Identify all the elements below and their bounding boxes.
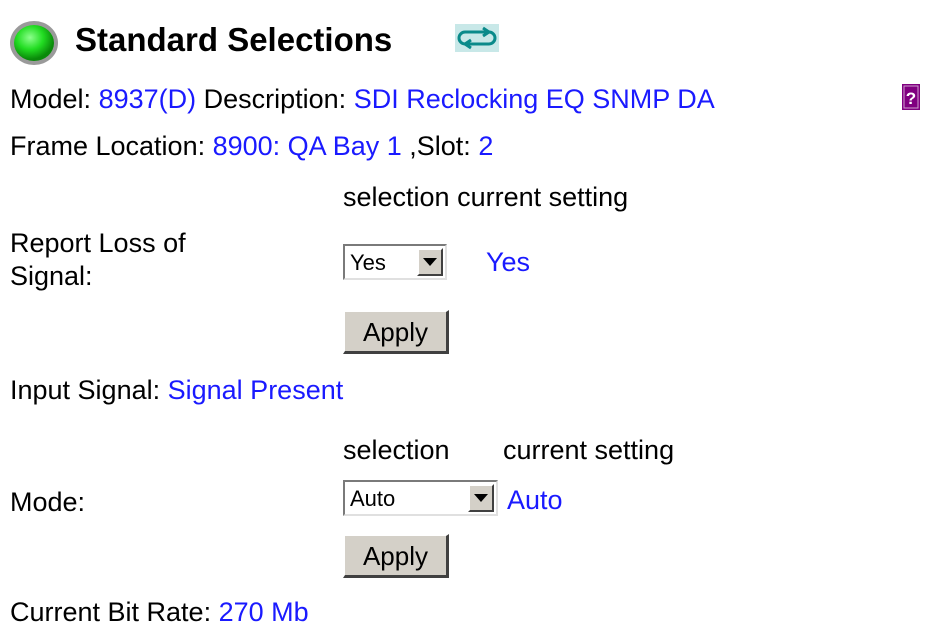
input-signal-label: Input Signal: [10,375,161,405]
description-label: Description: [203,84,347,114]
bit-rate-value: 270 Mb [218,597,309,627]
los-label-line1: Report Loss of [10,228,186,258]
help-icon[interactable]: ? [902,84,920,110]
mode-apply-button[interactable]: Apply [343,534,449,578]
bit-rate-line: Current Bit Rate: 270 Mb [10,596,309,628]
los-apply-button[interactable]: Apply [343,310,449,354]
frame-location-label: Frame Location: [10,131,206,161]
slot-value: 2 [478,131,494,161]
model-label: Model: [10,84,92,114]
bit-rate-label: Current Bit Rate: [10,597,212,627]
slot-separator: , [409,131,417,161]
frame-location-value: 8900: QA Bay 1 [212,131,402,161]
mode-selected-value: Auto [350,486,396,511]
los-current-value: Yes [486,247,531,277]
input-signal-value: Signal Present [167,375,344,405]
input-signal-line: Input Signal: Signal Present [10,374,343,406]
help-glyph: ? [906,89,916,108]
refresh-icon[interactable] [455,24,499,52]
los-selected-value: Yes [350,250,386,275]
los-select[interactable]: Yes [343,244,447,280]
chevron-down-icon [423,258,437,266]
slot-label: Slot: [416,131,471,161]
mode-dropdown-button[interactable] [468,484,494,512]
frame-location-line: Frame Location: 8900: QA Bay 1 ,Slot: 2 [10,130,493,162]
mode-current-value: Auto [507,485,563,515]
los-column-header: selection current setting [343,182,629,212]
mode-header-current: current setting [503,435,675,465]
mode-select[interactable]: Auto [343,480,498,516]
model-line: Model: 8937(D) Description: SDI Reclocki… [10,83,715,115]
mode-label: Mode: [10,487,86,517]
chevron-down-icon [474,494,488,502]
description-value: SDI Reclocking EQ SNMP DA [353,84,715,114]
los-label-line2: Signal: [10,261,93,291]
status-led-icon [10,21,58,65]
los-dropdown-button[interactable] [417,248,443,276]
page-title: Standard Selections [75,21,393,58]
mode-header-selection: selection [343,435,450,465]
model-value: 8937(D) [98,84,197,114]
